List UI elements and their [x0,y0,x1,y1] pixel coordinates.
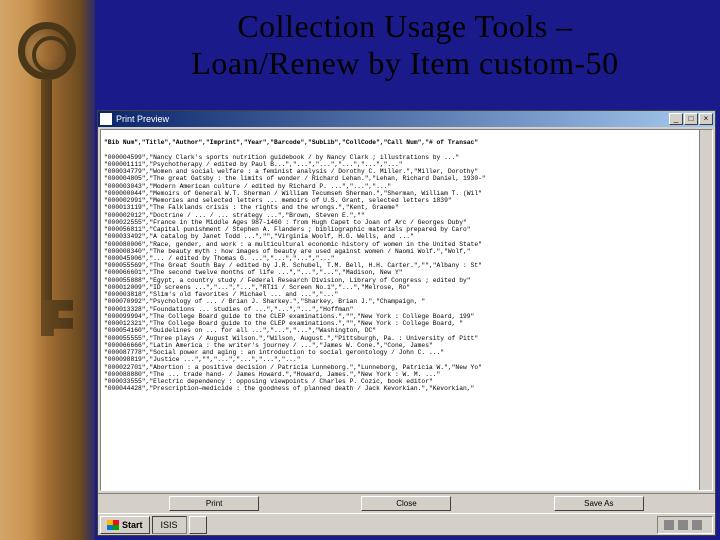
vertical-scrollbar[interactable] [699,130,712,490]
report-content[interactable]: "Bib Num","Title","Author","Imprint","Ye… [100,129,713,491]
windows-flag-icon [107,520,119,530]
tray-icon [678,520,688,530]
taskbar-item-label: ISIS [161,520,178,530]
slide-root: Collection Usage Tools – Loan/Renew by I… [0,0,720,540]
minimize-button[interactable]: _ [669,113,683,125]
save-as-button[interactable]: Save As [554,496,644,511]
title-line-1: Collection Usage Tools – [237,8,572,44]
window-title: Print Preview [116,114,169,124]
print-button[interactable]: Print [169,496,259,511]
print-preview-window: Print Preview _ □ × "Bib Num","Title","A… [97,110,716,536]
window-button-bar: Print Close Save As [98,493,715,513]
start-label: Start [122,520,143,530]
title-line-2: Loan/Renew by Item custom-50 [191,45,618,81]
key-icon [18,22,76,336]
taskbar-item-isis[interactable]: ISIS [152,516,187,534]
window-titlebar[interactable]: Print Preview _ □ × [98,111,715,127]
report-header-row: "Bib Num","Title","Author","Imprint","Ye… [104,139,478,146]
tray-icon [692,520,702,530]
start-button[interactable]: Start [100,516,150,534]
key-background [0,0,95,540]
maximize-button[interactable]: □ [684,113,698,125]
taskbar-item-2[interactable] [189,516,207,534]
system-tray[interactable] [657,516,713,534]
report-rows: "000004599","Nancy Clark's sports nutrit… [104,154,486,393]
app-icon [100,113,112,125]
taskbar: Start ISIS [98,513,715,535]
tray-icon [664,520,674,530]
close-preview-button[interactable]: Close [361,496,451,511]
slide-title: Collection Usage Tools – Loan/Renew by I… [0,0,720,82]
close-button[interactable]: × [699,113,713,125]
